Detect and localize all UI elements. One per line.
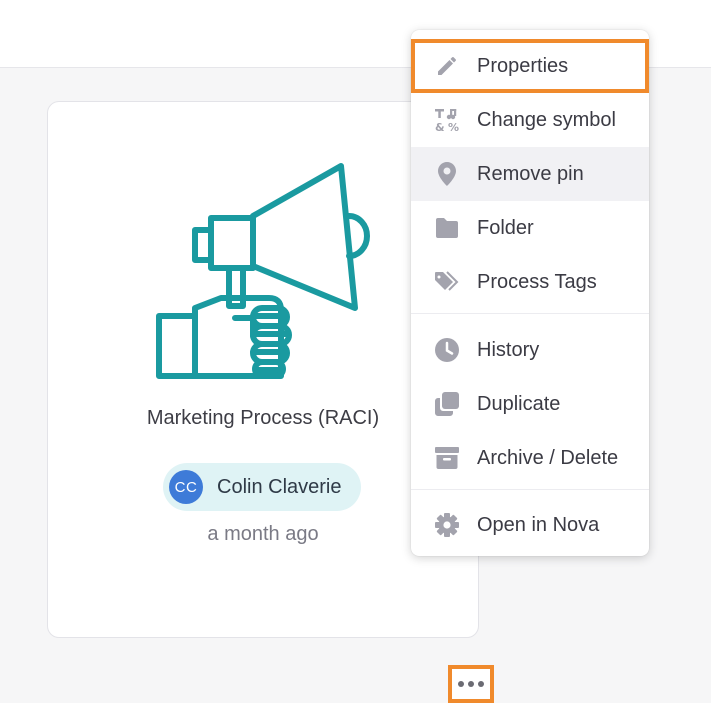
menu-item-label: Remove pin xyxy=(477,162,584,185)
menu-item-label: Open in Nova xyxy=(477,513,600,536)
menu-item-label: Folder xyxy=(477,216,534,239)
more-options-button[interactable] xyxy=(448,665,494,703)
menu-item-label: Duplicate xyxy=(477,392,561,415)
menu-item-remove-pin[interactable]: Remove pin xyxy=(411,147,649,201)
menu-item-change-symbol[interactable]: & % Change symbol xyxy=(411,93,649,147)
menu-item-folder[interactable]: Folder xyxy=(411,201,649,255)
menu-item-archive-delete[interactable]: Archive / Delete xyxy=(411,431,649,485)
avatar: CC xyxy=(169,470,203,504)
ellipsis-dot xyxy=(478,681,484,687)
svg-text:%: % xyxy=(448,121,459,133)
pin-icon xyxy=(434,161,460,187)
owner-chip[interactable]: CC Colin Claverie xyxy=(163,463,361,511)
menu-item-label: History xyxy=(477,338,540,361)
symbols-icon: & % xyxy=(434,107,460,133)
menu-item-label: Archive / Delete xyxy=(477,446,619,469)
ellipsis-icon xyxy=(458,681,464,687)
menu-item-process-tags[interactable]: Process Tags xyxy=(411,255,649,309)
megaphone-hand-icon xyxy=(156,163,370,379)
menu-divider xyxy=(411,489,649,490)
duplicate-icon xyxy=(434,391,460,417)
menu-item-duplicate[interactable]: Duplicate xyxy=(411,377,649,431)
menu-item-open-in-nova[interactable]: Open in Nova xyxy=(411,498,649,552)
folder-icon xyxy=(434,215,460,241)
archive-icon xyxy=(434,445,460,471)
gear-icon xyxy=(434,512,460,538)
tags-icon xyxy=(434,269,460,295)
menu-item-label: Properties xyxy=(477,54,569,77)
menu-divider xyxy=(411,313,649,314)
menu-item-history[interactable]: History xyxy=(411,323,649,377)
menu-item-label: Change symbol xyxy=(477,108,616,131)
menu-item-properties[interactable]: Properties xyxy=(411,39,649,93)
svg-text:&: & xyxy=(435,121,445,133)
owner-name: Colin Claverie xyxy=(217,475,342,498)
context-menu: Properties & % Change symbol Remove pin xyxy=(411,30,649,556)
clock-icon xyxy=(434,337,460,363)
menu-item-label: Process Tags xyxy=(477,270,597,293)
pencil-icon xyxy=(434,53,460,79)
ellipsis-dot xyxy=(468,681,474,687)
